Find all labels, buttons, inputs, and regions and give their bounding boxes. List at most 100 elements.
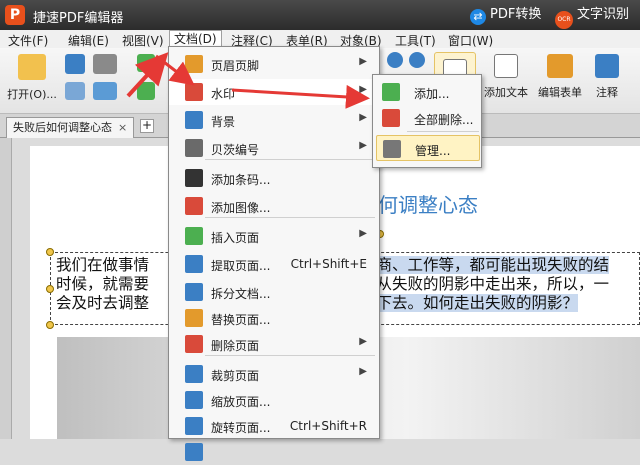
menu-item-label: 贝茨编号 (211, 143, 260, 157)
menu-separator (205, 355, 375, 356)
menu-edit[interactable]: 编辑(E) (68, 32, 109, 49)
ocr-label: 文字识别 (577, 7, 630, 22)
submenu-arrow-icon: ▶ (359, 56, 367, 67)
save-button[interactable] (64, 54, 86, 74)
pdf-convert-label: PDF转换 (490, 7, 542, 22)
zoom-in-icon (387, 52, 403, 68)
arrow-right-icon (137, 82, 155, 100)
image-icon (185, 197, 203, 215)
menu-item-7[interactable]: 提取页面... Ctrl+Shift+E (169, 251, 379, 277)
menu-item-13[interactable]: 旋转页面... Ctrl+Shift+R (169, 413, 379, 439)
crop-page-icon (185, 365, 203, 383)
delete-page-icon (185, 335, 203, 353)
ocr-icon: OCR (555, 11, 573, 29)
annotate-label: 注释 (596, 86, 618, 99)
print-button[interactable] (92, 54, 118, 74)
send-button[interactable] (92, 82, 118, 100)
watermark-icon (185, 83, 203, 101)
document-heading[interactable]: 何调整心态 (378, 189, 478, 218)
watermark-submenu: 添加... 全部删除... 管理... (372, 74, 482, 168)
annotate-button[interactable]: 注释 (592, 54, 622, 100)
scale-page-icon (185, 391, 203, 409)
menu-item-5[interactable]: 添加图像... (169, 193, 379, 219)
menu-item-6[interactable]: 插入页面 ▶ (169, 223, 379, 249)
menu-item-label: 插入页面 (211, 231, 260, 245)
menu-view[interactable]: 视图(V) (122, 32, 164, 49)
app-title: 捷速PDF编辑器 (33, 11, 124, 26)
submenu-arrow-icon: ▶ (359, 228, 367, 239)
watermark-submenu-item-1[interactable]: 全部删除... (376, 105, 480, 131)
document-tab[interactable]: 失败后如何调整心态 × (6, 117, 135, 138)
split-doc-icon (185, 283, 203, 301)
menu-item-10[interactable]: 删除页面 ▶ (169, 331, 379, 357)
ocr-button[interactable]: OCR 文字识别 (555, 5, 630, 29)
menu-tools[interactable]: 工具(T) (395, 32, 436, 49)
menu-item-0[interactable]: 页眉页脚 ▶ (169, 51, 379, 77)
nav-back-button[interactable] (136, 54, 156, 72)
background-icon (185, 111, 203, 129)
open-label: 打开(O)... (7, 88, 57, 101)
menu-item-4[interactable]: 添加条码... (169, 165, 379, 191)
submenu-arrow-icon: ▶ (359, 336, 367, 347)
menu-item-label: 页眉页脚 (211, 59, 260, 73)
menu-item-8[interactable]: 拆分文档... (169, 279, 379, 305)
submenu-arrow-icon: ▶ (359, 112, 367, 123)
submenu-arrow-icon: ▶ (359, 84, 367, 95)
submenu-arrow-icon: ▶ (359, 366, 367, 377)
menu-item-1[interactable]: 水印 ▶ (169, 79, 379, 105)
menu-item-label: 背景 (211, 115, 236, 129)
insert-page-icon (185, 227, 203, 245)
pdf-convert-button[interactable]: ⇄ PDF转换 (470, 5, 541, 25)
menu-item-12[interactable]: 缩放页面... (169, 387, 379, 413)
menu-item-label: 添加图像... (211, 201, 271, 215)
replace-page-icon (185, 309, 203, 327)
menu-item-label: 拆分文档... (211, 287, 271, 301)
barcode-icon (185, 169, 203, 187)
watermark-add-icon (382, 83, 400, 101)
arrow-left-icon (137, 54, 155, 72)
open-button[interactable]: 打开(O)... (6, 54, 58, 102)
document-menu: 页眉页脚 ▶ 水印 ▶ 背景 ▶ 贝茨编号 ▶ 添加条码... 添加图像... 插入页面 ▶ 提取页面.… (168, 46, 380, 461)
document-tab-label: 失败后如何调整心态 (13, 121, 112, 134)
menu-item-11[interactable]: 裁剪页面 ▶ (169, 361, 379, 387)
email-button[interactable] (64, 82, 86, 100)
send-icon (93, 82, 117, 100)
close-tab-icon[interactable]: × (118, 121, 127, 134)
bates-number-icon (185, 139, 203, 157)
folder-icon (18, 54, 46, 80)
app-logo: P (5, 5, 25, 25)
add-text-button[interactable]: 添加文本 (482, 54, 530, 100)
watermark-delete-icon (382, 109, 400, 127)
zoom-in-button[interactable] (386, 52, 404, 68)
menu-item-label: 裁剪页面 (211, 369, 260, 383)
watermark-submenu-item-0[interactable]: 添加... (376, 79, 480, 105)
title-bar: P 捷速PDF编辑器 ⇄ PDF转换 OCR 文字识别 (0, 0, 640, 30)
add-text-icon (494, 54, 518, 78)
menu-window[interactable]: 窗口(W) (448, 32, 493, 49)
menu-item-label: 缩放页面... (211, 395, 271, 409)
menu-separator (205, 217, 375, 218)
new-tab-button[interactable]: + (140, 119, 154, 133)
menu-item-14[interactable] (169, 439, 379, 465)
header-footer-icon (185, 55, 203, 73)
extract-page-icon (185, 255, 203, 273)
selection-handle[interactable] (46, 248, 54, 256)
edit-form-icon (547, 54, 573, 78)
menu-item-label: 旋转页面... (211, 421, 271, 435)
side-panel (0, 138, 12, 439)
menu-item-label: 提取页面... (211, 259, 271, 273)
menu-file[interactable]: 文件(F) (8, 32, 48, 49)
nav-forward-button[interactable] (136, 82, 156, 100)
watermark-submenu-item-2[interactable]: 管理... (376, 135, 480, 161)
menu-item-label: 删除页面 (211, 339, 260, 353)
menu-item-9[interactable]: 替换页面... (169, 305, 379, 331)
selection-handle[interactable] (46, 285, 54, 293)
menu-item-shortcut: Ctrl+Shift+E (290, 257, 367, 271)
zoom-out-button[interactable] (408, 52, 426, 68)
submenu-arrow-icon: ▶ (359, 140, 367, 151)
submenu-item-label: 全部删除... (414, 113, 474, 127)
selection-handle[interactable] (46, 321, 54, 329)
menu-item-3[interactable]: 贝茨编号 ▶ (169, 135, 379, 161)
edit-form-button[interactable]: 编辑表单 (536, 54, 584, 100)
menu-item-2[interactable]: 背景 ▶ (169, 107, 379, 133)
